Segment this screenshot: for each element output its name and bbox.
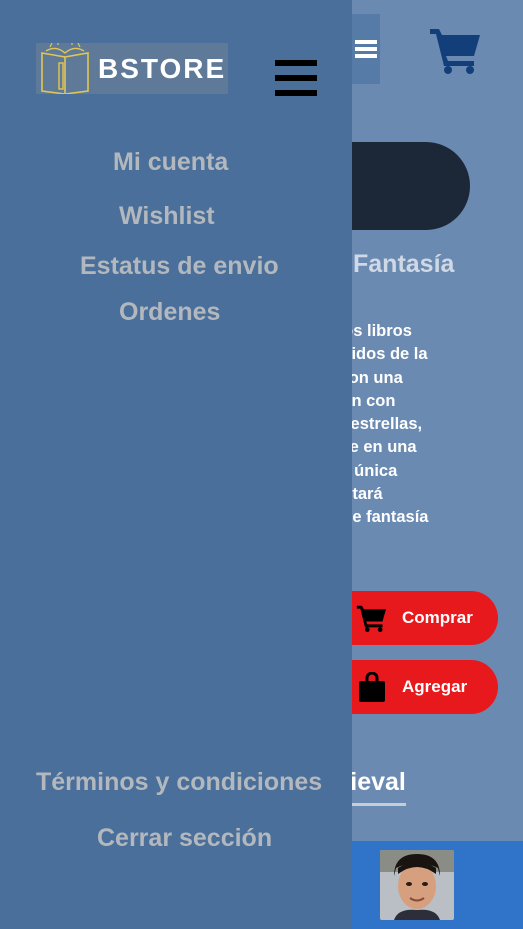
cart-button[interactable] — [430, 26, 482, 79]
menu-item-account[interactable]: Mi cuenta — [113, 148, 228, 177]
cart-icon — [430, 29, 480, 74]
menu-item-wishlist[interactable]: Wishlist — [119, 202, 215, 231]
menu-item-orders[interactable]: Ordenes — [119, 298, 220, 327]
add-button-label: Agregar — [402, 677, 468, 696]
add-button[interactable]: Agregar — [340, 660, 498, 714]
brand-logo-text: BSTORE — [98, 52, 227, 84]
buy-button[interactable]: Comprar — [340, 591, 498, 645]
menu-icon — [275, 60, 317, 96]
menu-icon — [355, 40, 377, 58]
shopping-bag-icon — [356, 671, 388, 703]
buy-button-label: Comprar — [402, 608, 473, 627]
drawer-menu-toggle[interactable] — [275, 58, 317, 103]
book-genre: Fantasía — [353, 250, 455, 278]
menu-item-terms[interactable]: Términos y condiciones — [36, 768, 322, 797]
menu-item-shipping-status[interactable]: Estatus de envio — [80, 252, 279, 281]
brand-logo[interactable]: BSTORE — [36, 43, 228, 94]
menu-item-logout[interactable]: Cerrar sección — [97, 824, 272, 853]
cart-icon — [356, 602, 388, 634]
book-logo-icon — [41, 43, 89, 94]
user-avatar[interactable] — [380, 850, 454, 920]
side-drawer: BSTORE Mi cuenta Wishlist Estatus de env… — [0, 0, 352, 929]
